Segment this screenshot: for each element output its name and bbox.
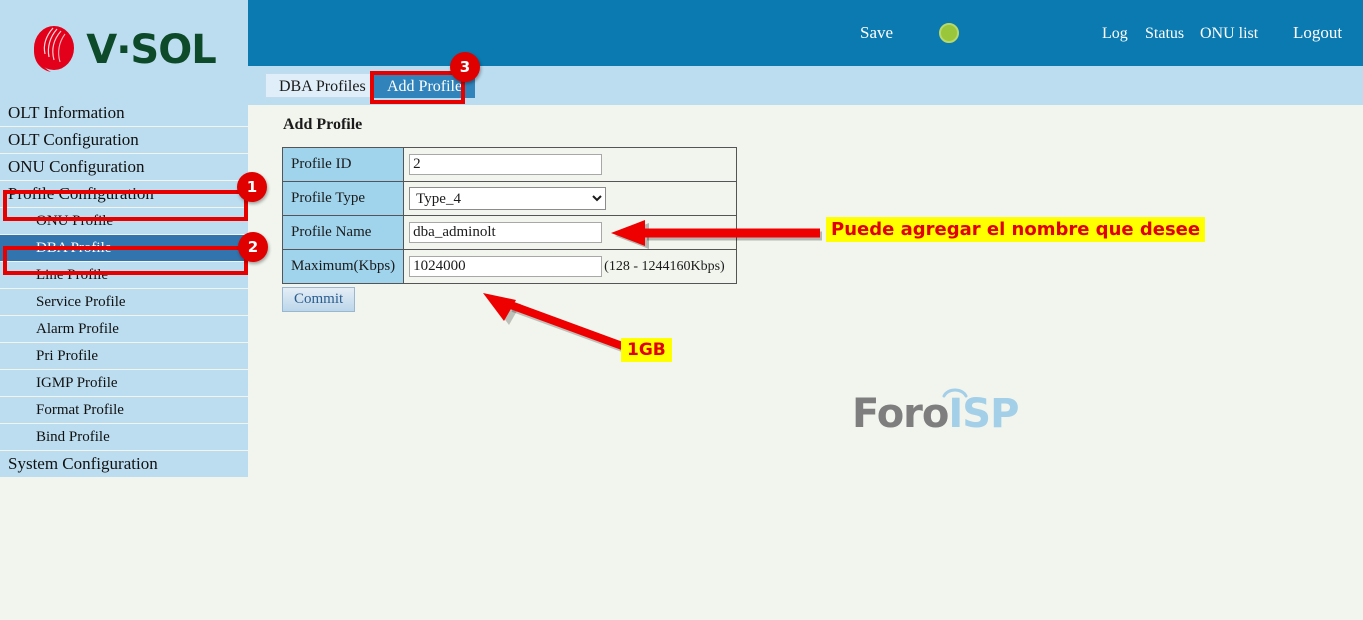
brand-logo-panel: V·SOL <box>0 0 248 100</box>
sidebar-item-system-configuration[interactable]: System Configuration <box>0 451 248 477</box>
sidebar-item-onu-profile[interactable]: ONU Profile <box>0 208 248 234</box>
table-row-profile-name: Profile Name <box>281 215 738 250</box>
page-title: Add Profile <box>283 116 363 133</box>
tab-strip: DBA Profiles Add Profile <box>248 66 1363 105</box>
tab-dba-profiles[interactable]: DBA Profiles <box>265 73 380 98</box>
content-area: Add Profile Profile ID Profile Type Type… <box>248 105 1363 620</box>
profile-name-input[interactable] <box>409 222 603 243</box>
annotation-note-commit: 1GB <box>621 338 672 362</box>
sidebar-item-service-profile[interactable]: Service Profile <box>0 289 248 315</box>
vsol-rose-logo-icon <box>34 26 75 72</box>
profile-type-select[interactable]: Type_4 <box>409 187 607 210</box>
sidebar-item-igmp-profile[interactable]: IGMP Profile <box>0 370 248 396</box>
table-row-maximum: Maximum(Kbps) (128 - 1244160Kbps) <box>281 249 738 284</box>
label-maximum-kbps: Maximum(Kbps) <box>281 249 405 284</box>
brand-logo-text: V·SOL <box>86 27 216 73</box>
sidebar-item-line-profile[interactable]: Line Profile <box>0 262 248 288</box>
maximum-range-hint: (128 - 1244160Kbps) <box>604 259 725 274</box>
header-link-log[interactable]: Log <box>1102 25 1128 43</box>
profile-id-input[interactable] <box>409 154 603 175</box>
watermark-isp-text: ISP <box>948 391 1019 437</box>
sidebar-item-onu-configuration[interactable]: ONU Configuration <box>0 154 248 180</box>
wifi-signal-icon <box>942 388 968 398</box>
header-link-status[interactable]: Status <box>1145 25 1184 43</box>
sidebar-item-format-profile[interactable]: Format Profile <box>0 397 248 423</box>
commit-button[interactable]: Commit <box>282 287 356 312</box>
sidebar-nav: OLT Information OLT Configuration ONU Co… <box>0 100 248 478</box>
maximum-kbps-input[interactable] <box>409 256 603 277</box>
sidebar-item-pri-profile[interactable]: Pri Profile <box>0 343 248 369</box>
app-window: V·SOL Save Log Status ONU list Logout DB… <box>0 0 1363 620</box>
step-badge-1: 1 <box>237 172 267 202</box>
label-profile-id: Profile ID <box>281 147 405 182</box>
watermark-foro-text: Foro <box>852 391 949 437</box>
table-row-profile-id: Profile ID <box>281 147 738 182</box>
sidebar-item-alarm-profile[interactable]: Alarm Profile <box>0 316 248 342</box>
header-link-logout[interactable]: Logout <box>1293 23 1342 43</box>
sidebar-item-bind-profile[interactable]: Bind Profile <box>0 424 248 450</box>
cell-profile-name <box>403 215 738 250</box>
sidebar-item-olt-configuration[interactable]: OLT Configuration <box>0 127 248 153</box>
cell-maximum-kbps: (128 - 1244160Kbps) <box>403 249 738 284</box>
sidebar-item-olt-information[interactable]: OLT Information <box>0 100 248 126</box>
step-badge-3: 3 <box>450 52 480 82</box>
green-status-dot-icon <box>939 23 959 43</box>
foroisp-watermark: ForoISP <box>852 388 1019 437</box>
header-link-onu-list[interactable]: ONU list <box>1200 25 1258 43</box>
cell-profile-type: Type_4 <box>403 181 738 216</box>
label-profile-type: Profile Type <box>281 181 405 216</box>
annotation-note-profile-name: Puede agregar el nombre que desee <box>826 217 1206 242</box>
sidebar-item-dba-profile[interactable]: DBA Profile <box>0 235 248 261</box>
save-button[interactable]: Save <box>860 23 893 43</box>
cell-profile-id <box>403 147 738 182</box>
table-row-profile-type: Profile Type Type_4 <box>281 181 738 216</box>
sidebar-item-profile-configuration[interactable]: Profile Configuration <box>0 181 248 207</box>
top-header-bar: Save Log Status ONU list Logout <box>248 0 1363 66</box>
add-profile-form-table: Profile ID Profile Type Type_4 Profile N… <box>281 147 738 284</box>
step-badge-2: 2 <box>238 232 268 262</box>
label-profile-name: Profile Name <box>281 215 405 250</box>
